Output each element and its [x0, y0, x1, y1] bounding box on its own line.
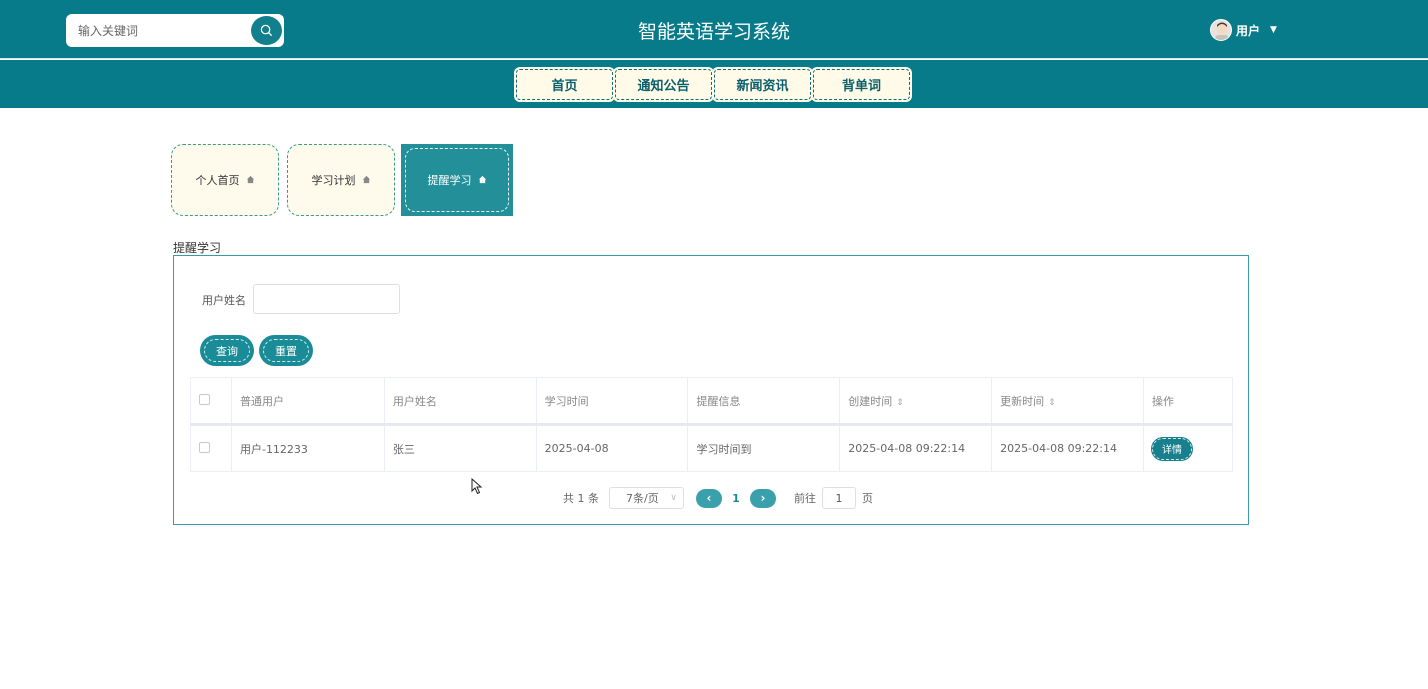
cell-name: 张三 — [383, 424, 537, 472]
goto-page-input[interactable] — [822, 487, 856, 509]
cell-action: 详情 — [1143, 424, 1233, 472]
column-header-updated[interactable]: 更新时间 ⇕ — [991, 377, 1145, 425]
row-checkbox[interactable] — [199, 441, 210, 453]
table-header-row: 普通用户 用户姓名 学习时间 提醒信息 创建时间 ⇕ 更新时间 ⇕ 操作 — [190, 377, 1233, 425]
reset-button[interactable]: 重置 — [261, 337, 311, 364]
select-all-cell — [190, 377, 232, 425]
reset-button-label: 重置 — [275, 344, 297, 358]
chevron-left-icon: ‹ — [706, 491, 712, 505]
current-page[interactable]: 1 — [722, 492, 750, 505]
home-icon — [478, 174, 487, 187]
filter-label: 用户姓名 — [202, 294, 246, 307]
select-all-checkbox[interactable] — [199, 393, 210, 405]
sort-icon[interactable]: ⇕ — [1048, 398, 1056, 408]
column-header-label: 更新时间 — [1000, 394, 1045, 408]
total-count: 共 1 条 — [563, 492, 599, 505]
chevron-right-icon: › — [760, 491, 766, 505]
tab-label: 提醒学习 — [427, 174, 472, 187]
section-title: 提醒学习 — [173, 241, 222, 255]
nav-item-news[interactable]: 新闻资讯 — [714, 69, 811, 100]
column-header-created[interactable]: 创建时间 ⇕ — [839, 377, 993, 425]
mouse-cursor-icon — [471, 477, 483, 499]
chevron-down-icon: ▼ — [1270, 25, 1277, 35]
content-panel: 用户姓名 查询 重置 普通用户 用户姓名 学习时间 提醒信息 创建时间 ⇕ 更新时… — [173, 255, 1249, 525]
reminder-table: 普通用户 用户姓名 学习时间 提醒信息 创建时间 ⇕ 更新时间 ⇕ 操作 用户-11… — [190, 377, 1233, 472]
nav-item-home[interactable]: 首页 — [516, 69, 613, 100]
cell-created: 2025-04-08 09:22:14 — [839, 424, 993, 472]
tab-label: 个人首页 — [195, 174, 240, 187]
avatar — [1210, 19, 1232, 41]
page-size-select[interactable]: 7条/页 ∨ — [609, 487, 684, 509]
cell-reminder: 学习时间到 — [687, 424, 841, 472]
column-header: 普通用户 — [230, 377, 385, 425]
home-icon — [246, 174, 255, 187]
row-select-cell — [190, 424, 232, 472]
detail-button[interactable]: 详情 — [1152, 437, 1193, 460]
nav-item-vocabulary[interactable]: 背单词 — [813, 69, 910, 100]
column-header-label: 创建时间 — [848, 394, 893, 408]
column-header: 操作 — [1143, 377, 1233, 425]
user-menu[interactable]: 用户 ▼ — [1210, 19, 1277, 41]
cell-updated: 2025-04-08 09:22:14 — [991, 424, 1145, 472]
tab-study-reminder[interactable]: 提醒学习 — [401, 144, 513, 216]
home-icon — [362, 174, 371, 187]
cell-user: 用户-112233 — [230, 424, 385, 472]
query-button[interactable]: 查询 — [202, 337, 252, 364]
chevron-down-icon: ∨ — [670, 493, 677, 503]
column-header: 用户姓名 — [383, 377, 537, 425]
goto-label: 前往 — [794, 492, 816, 505]
user-label: 用户 — [1236, 23, 1261, 38]
column-header: 学习时间 — [535, 377, 689, 425]
username-filter-input[interactable] — [253, 284, 400, 314]
top-header: 智能英语学习系统 用户 ▼ — [0, 0, 1428, 59]
tab-label: 学习计划 — [311, 174, 356, 187]
query-button-label: 查询 — [216, 344, 238, 358]
tab-personal-home[interactable]: 个人首页 — [171, 144, 279, 216]
main-nav: 首页 通知公告 新闻资讯 背单词 — [0, 60, 1428, 108]
column-header: 提醒信息 — [687, 377, 841, 425]
prev-page-button[interactable]: ‹ — [696, 488, 722, 508]
next-page-button[interactable]: › — [750, 488, 776, 508]
pagination: 共 1 条 7条/页 ∨ ‹ 1 › 前往 页 — [563, 487, 873, 509]
tab-study-plan[interactable]: 学习计划 — [287, 144, 395, 216]
table-row: 用户-112233 张三 2025-04-08 学习时间到 2025-04-08… — [190, 424, 1233, 472]
sort-icon[interactable]: ⇕ — [896, 398, 904, 408]
cell-study-time: 2025-04-08 — [535, 424, 689, 472]
page-size-value: 7条/页 — [626, 492, 659, 505]
nav-item-notices[interactable]: 通知公告 — [615, 69, 712, 100]
page-suffix: 页 — [862, 492, 873, 505]
